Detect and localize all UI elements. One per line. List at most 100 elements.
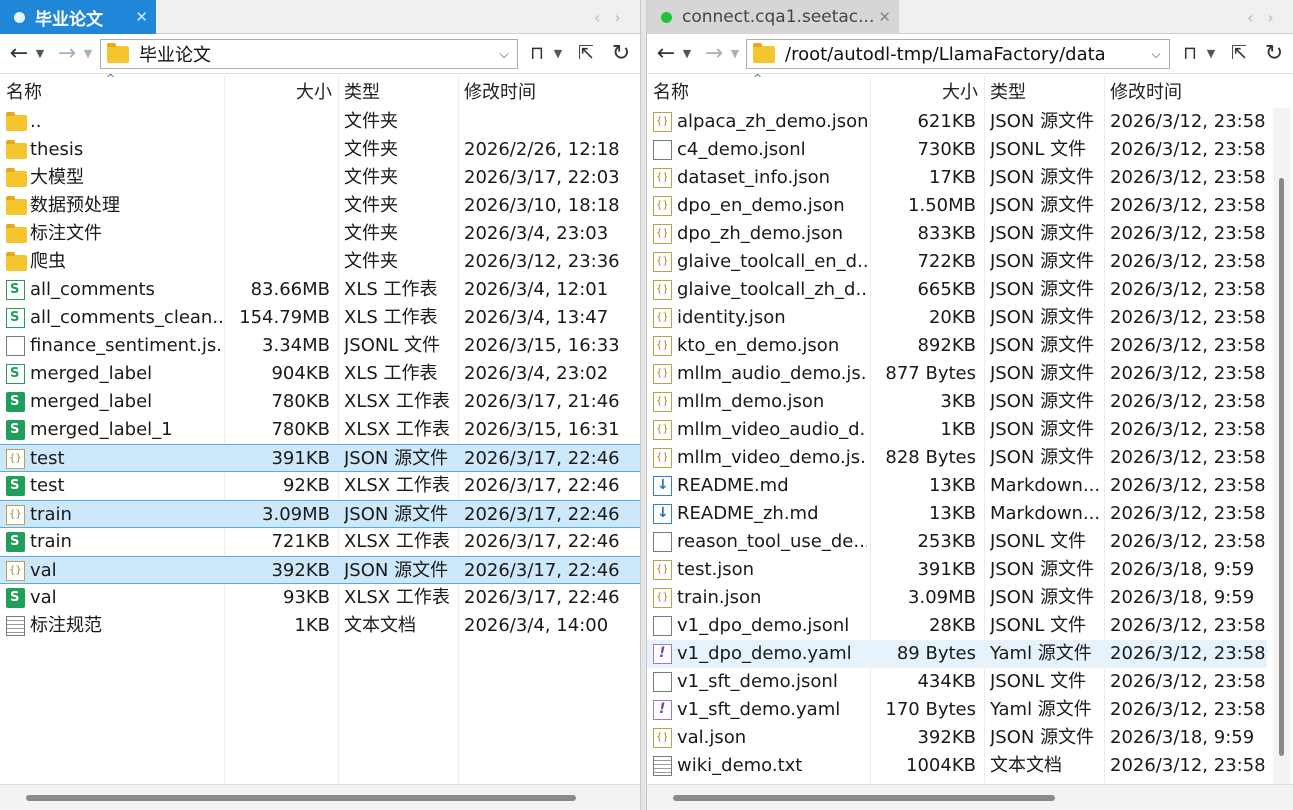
file-row[interactable]: train 3.09MB JSON 源文件 2026/3/17, 22:46 xyxy=(0,500,640,528)
back-history-dropdown-icon[interactable]: ▼ xyxy=(34,39,46,67)
tab-remote-connection[interactable]: connect.cqa1.seetac... ✕ xyxy=(647,0,899,34)
file-row[interactable]: dpo_en_demo.json 1.50MB JSON 源文件 2026/3/12,… xyxy=(647,192,1267,220)
file-modified: 2026/3/4, 12:01 xyxy=(464,279,609,300)
file-row[interactable]: test 391KB JSON 源文件 2026/3/17, 22:46 xyxy=(0,444,640,472)
file-row[interactable]: mllm_video_audio_d... 1KB JSON 源文件 2026/3/1… xyxy=(647,416,1267,444)
file-type: 文件夹 xyxy=(344,195,398,216)
path-input[interactable] xyxy=(783,42,1143,66)
file-row[interactable]: README_zh.md 13KB Markdown... 2026/3/12, 23… xyxy=(647,500,1267,528)
file-modified: 2026/3/17, 22:46 xyxy=(464,531,620,552)
column-type[interactable]: 类型 xyxy=(338,76,458,109)
file-row[interactable]: merged_label 904KB XLS 工作表 2026/3/4, 23:02 xyxy=(0,360,640,388)
file-modified: 2026/3/12, 23:58 xyxy=(1110,111,1266,132)
back-button[interactable]: ← xyxy=(653,39,679,67)
close-icon[interactable]: ✕ xyxy=(135,8,148,26)
file-row[interactable]: dpo_zh_demo.json 833KB JSON 源文件 2026/3/12, … xyxy=(647,220,1267,248)
file-row[interactable]: 爬虫 文件夹 2026/3/12, 23:36 xyxy=(0,248,640,276)
refresh-button[interactable]: ↻ xyxy=(608,39,634,67)
file-modified: 2026/3/12, 23:58 xyxy=(1110,643,1266,664)
file-row[interactable]: merged_label 780KB XLSX 工作表 2026/3/17, 21:4… xyxy=(0,388,640,416)
tab-scroll-right-icon[interactable]: › xyxy=(614,8,620,27)
forward-history-dropdown-icon[interactable]: ▼ xyxy=(82,39,94,67)
file-row[interactable]: train 721KB XLSX 工作表 2026/3/17, 22:46 xyxy=(0,528,640,556)
tab-local-folder[interactable]: 毕业论文 ✕ xyxy=(0,0,156,34)
file-row[interactable]: reason_tool_use_de... 253KB JSONL 文件 2026/3… xyxy=(647,528,1267,556)
file-row[interactable]: dataset_info.json 17KB JSON 源文件 2026/3/12, … xyxy=(647,164,1267,192)
json-icon xyxy=(6,449,25,469)
file-size: 253KB xyxy=(917,531,976,552)
file-row[interactable]: 大模型 文件夹 2026/3/17, 22:03 xyxy=(0,164,640,192)
file-row[interactable]: all_comments 83.66MB XLS 工作表 2026/3/4, 12:0… xyxy=(0,276,640,304)
file-row[interactable]: v1_sft_demo.jsonl 434KB JSONL 文件 2026/3/12,… xyxy=(647,668,1267,696)
file-row[interactable]: val 93KB XLSX 工作表 2026/3/17, 22:46 xyxy=(0,584,640,612)
scrollbar-thumb[interactable] xyxy=(673,795,1055,801)
path-input[interactable] xyxy=(137,42,491,66)
file-row[interactable]: kto_en_demo.json 892KB JSON 源文件 2026/3/12, … xyxy=(647,332,1267,360)
file-row[interactable]: identity.json 20KB JSON 源文件 2026/3/12, 23:5… xyxy=(647,304,1267,332)
bookmark-icon[interactable]: ⊓ xyxy=(1179,39,1201,67)
horizontal-scrollbar[interactable] xyxy=(647,784,1293,810)
file-row[interactable]: test 92KB XLSX 工作表 2026/3/17, 22:46 xyxy=(0,472,640,500)
file-row[interactable]: 标注文件 文件夹 2026/3/4, 23:03 xyxy=(0,220,640,248)
forward-button[interactable]: → xyxy=(54,39,80,67)
file-name: train xyxy=(30,504,72,525)
file-row[interactable]: glaive_toolcall_zh_d... 665KB JSON 源文件 2026… xyxy=(647,276,1267,304)
scrollbar-thumb[interactable] xyxy=(26,795,576,801)
file-row[interactable]: val 392KB JSON 源文件 2026/3/17, 22:46 xyxy=(0,556,640,584)
file-row[interactable]: v1_sft_demo.yaml 170 Bytes Yaml 源文件 2026/3/… xyxy=(647,696,1267,724)
file-row[interactable]: .. 文件夹 xyxy=(0,108,640,136)
file-row[interactable]: mllm_video_demo.js... 828 Bytes JSON 源文件 20… xyxy=(647,444,1267,472)
column-size[interactable]: 大小 xyxy=(870,76,984,109)
file-modified: 2026/3/15, 16:33 xyxy=(464,335,620,356)
file-size: 665KB xyxy=(917,279,976,300)
column-type[interactable]: 类型 xyxy=(984,76,1104,109)
file-row[interactable]: finance_sentiment.js... 3.34MB JSONL 文件 202… xyxy=(0,332,640,360)
file-name: .. xyxy=(30,111,42,132)
file-name: glaive_toolcall_en_d... xyxy=(677,251,867,272)
tab-scroll-right-icon[interactable]: › xyxy=(1267,8,1273,27)
file-row[interactable]: val.json 392KB JSON 源文件 2026/3/18, 9:59 xyxy=(647,724,1267,752)
file-row[interactable]: wiki_demo.txt 1004KB 文本文档 2026/3/12, 23:58 xyxy=(647,752,1267,780)
document-icon xyxy=(653,140,672,160)
file-row[interactable]: 标注规范 1KB 文本文档 2026/3/4, 14:00 xyxy=(0,612,640,640)
scrollbar-thumb[interactable] xyxy=(1279,178,1284,756)
forward-history-dropdown-icon[interactable]: ▼ xyxy=(729,39,741,67)
file-row[interactable]: c4_demo.jsonl 730KB JSONL 文件 2026/3/12, 23:… xyxy=(647,136,1267,164)
back-history-dropdown-icon[interactable]: ▼ xyxy=(681,39,693,67)
file-row[interactable]: all_comments_clean... 154.79MB XLS 工作表 2026… xyxy=(0,304,640,332)
tab-scroll-left-icon[interactable]: ‹ xyxy=(1247,8,1253,27)
sync-folder-icon[interactable]: ⇱ xyxy=(574,39,598,67)
file-row[interactable]: glaive_toolcall_en_d... 722KB JSON 源文件 2026… xyxy=(647,248,1267,276)
file-row[interactable]: 数据预处理 文件夹 2026/3/10, 18:18 xyxy=(0,192,640,220)
file-row[interactable]: merged_label_1 780KB XLSX 工作表 2026/3/15, 16… xyxy=(0,416,640,444)
back-button[interactable]: ← xyxy=(6,39,32,67)
column-modified[interactable]: 修改时间 xyxy=(458,76,640,109)
file-row[interactable]: v1_dpo_demo.jsonl 28KB JSONL 文件 2026/3/12, … xyxy=(647,612,1267,640)
tab-scroll-left-icon[interactable]: ‹ xyxy=(594,8,600,27)
close-icon[interactable]: ✕ xyxy=(878,8,891,26)
file-row[interactable]: v1_dpo_demo.yaml 89 Bytes Yaml 源文件 2026/3/1… xyxy=(647,640,1267,668)
bookmark-dropdown-icon[interactable]: ▼ xyxy=(1205,39,1217,67)
file-row[interactable]: test.json 391KB JSON 源文件 2026/3/18, 9:59 xyxy=(647,556,1267,584)
file-row[interactable]: train.json 3.09MB JSON 源文件 2026/3/18, 9:59 xyxy=(647,584,1267,612)
file-row[interactable]: mllm_audio_demo.js... 877 Bytes JSON 源文件 20… xyxy=(647,360,1267,388)
sync-folder-icon[interactable]: ⇱ xyxy=(1227,39,1251,67)
bookmark-icon[interactable]: ⊓ xyxy=(526,39,548,67)
vertical-scrollbar[interactable] xyxy=(1273,108,1291,784)
bookmark-dropdown-icon[interactable]: ▼ xyxy=(552,39,564,67)
chevron-down-icon[interactable]: ⌵ xyxy=(1143,47,1169,62)
horizontal-scrollbar[interactable] xyxy=(0,784,640,810)
file-type: JSON 源文件 xyxy=(990,587,1095,608)
address-bar[interactable]: ⌵ xyxy=(746,39,1170,69)
file-row[interactable]: alpaca_zh_demo.json 621KB JSON 源文件 2026/3/1… xyxy=(647,108,1267,136)
file-row[interactable]: thesis 文件夹 2026/2/26, 12:18 xyxy=(0,136,640,164)
forward-button[interactable]: → xyxy=(701,39,727,67)
column-modified[interactable]: 修改时间 xyxy=(1104,76,1274,109)
address-bar[interactable]: ⌵ xyxy=(100,39,518,69)
column-size[interactable]: 大小 xyxy=(224,76,338,109)
file-row[interactable]: README.md 13KB Markdown... 2026/3/12, 23:58 xyxy=(647,472,1267,500)
pane-splitter[interactable] xyxy=(640,0,647,810)
refresh-button[interactable]: ↻ xyxy=(1261,39,1287,67)
chevron-down-icon[interactable]: ⌵ xyxy=(491,47,517,62)
file-row[interactable]: mllm_demo.json 3KB JSON 源文件 2026/3/12, 23:5… xyxy=(647,388,1267,416)
